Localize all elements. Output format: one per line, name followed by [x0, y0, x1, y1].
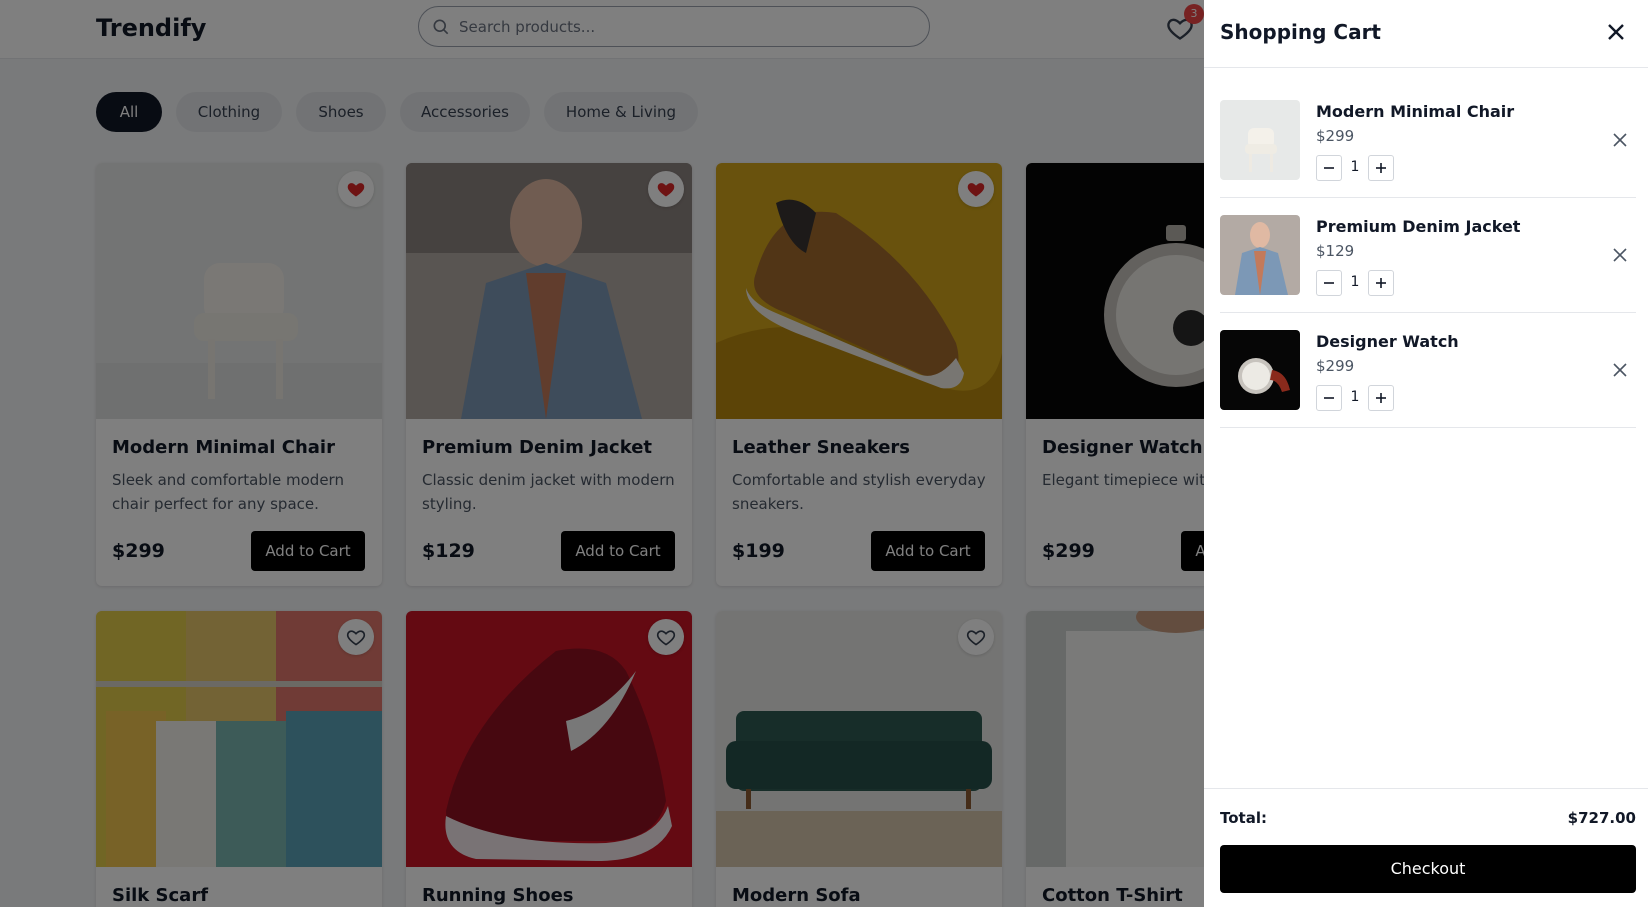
- cart-item-price: $299: [1316, 357, 1355, 375]
- cart-item-price: $299: [1316, 127, 1355, 145]
- shopping-cart-panel: Shopping Cart Modern Minimal Chair $299 …: [1204, 0, 1648, 907]
- cart-item-quantity: 1: [1350, 274, 1360, 290]
- cart-item: Designer Watch $299 1: [1220, 313, 1636, 428]
- cart-item-name: Modern Minimal Chair: [1316, 102, 1515, 121]
- decrease-quantity-button[interactable]: [1316, 270, 1342, 296]
- cart-footer: Total: $727.00 Checkout: [1204, 788, 1648, 907]
- cart-item: Premium Denim Jacket $129 1: [1220, 198, 1636, 313]
- increase-quantity-button[interactable]: [1368, 155, 1394, 181]
- decrease-quantity-button[interactable]: [1316, 155, 1342, 181]
- total-label: Total:: [1220, 809, 1267, 827]
- cart-item-quantity: 1: [1350, 389, 1360, 405]
- minus-icon: [1324, 282, 1334, 284]
- cart-item-name: Designer Watch: [1316, 332, 1459, 351]
- decrease-quantity-button[interactable]: [1316, 385, 1342, 411]
- cart-item-image: [1220, 215, 1300, 295]
- remove-item-icon[interactable]: [1612, 132, 1628, 148]
- total-value: $727.00: [1567, 809, 1636, 827]
- remove-item-icon[interactable]: [1612, 247, 1628, 263]
- cart-item: Modern Minimal Chair $299 1: [1220, 83, 1636, 198]
- checkout-button[interactable]: Checkout: [1220, 845, 1636, 893]
- minus-icon: [1324, 397, 1334, 399]
- cart-item-image: [1220, 330, 1300, 410]
- minus-icon: [1324, 167, 1334, 169]
- plus-icon: [1376, 278, 1386, 288]
- close-icon[interactable]: [1604, 20, 1628, 44]
- cart-item-price: $129: [1316, 242, 1355, 260]
- cart-item-image: [1220, 100, 1300, 180]
- increase-quantity-button[interactable]: [1368, 385, 1394, 411]
- cart-item-quantity: 1: [1350, 159, 1360, 175]
- cart-item-name: Premium Denim Jacket: [1316, 217, 1521, 236]
- increase-quantity-button[interactable]: [1368, 270, 1394, 296]
- plus-icon: [1376, 393, 1386, 403]
- cart-header: Shopping Cart: [1204, 0, 1648, 68]
- remove-item-icon[interactable]: [1612, 362, 1628, 378]
- cart-title: Shopping Cart: [1220, 20, 1381, 44]
- plus-icon: [1376, 163, 1386, 173]
